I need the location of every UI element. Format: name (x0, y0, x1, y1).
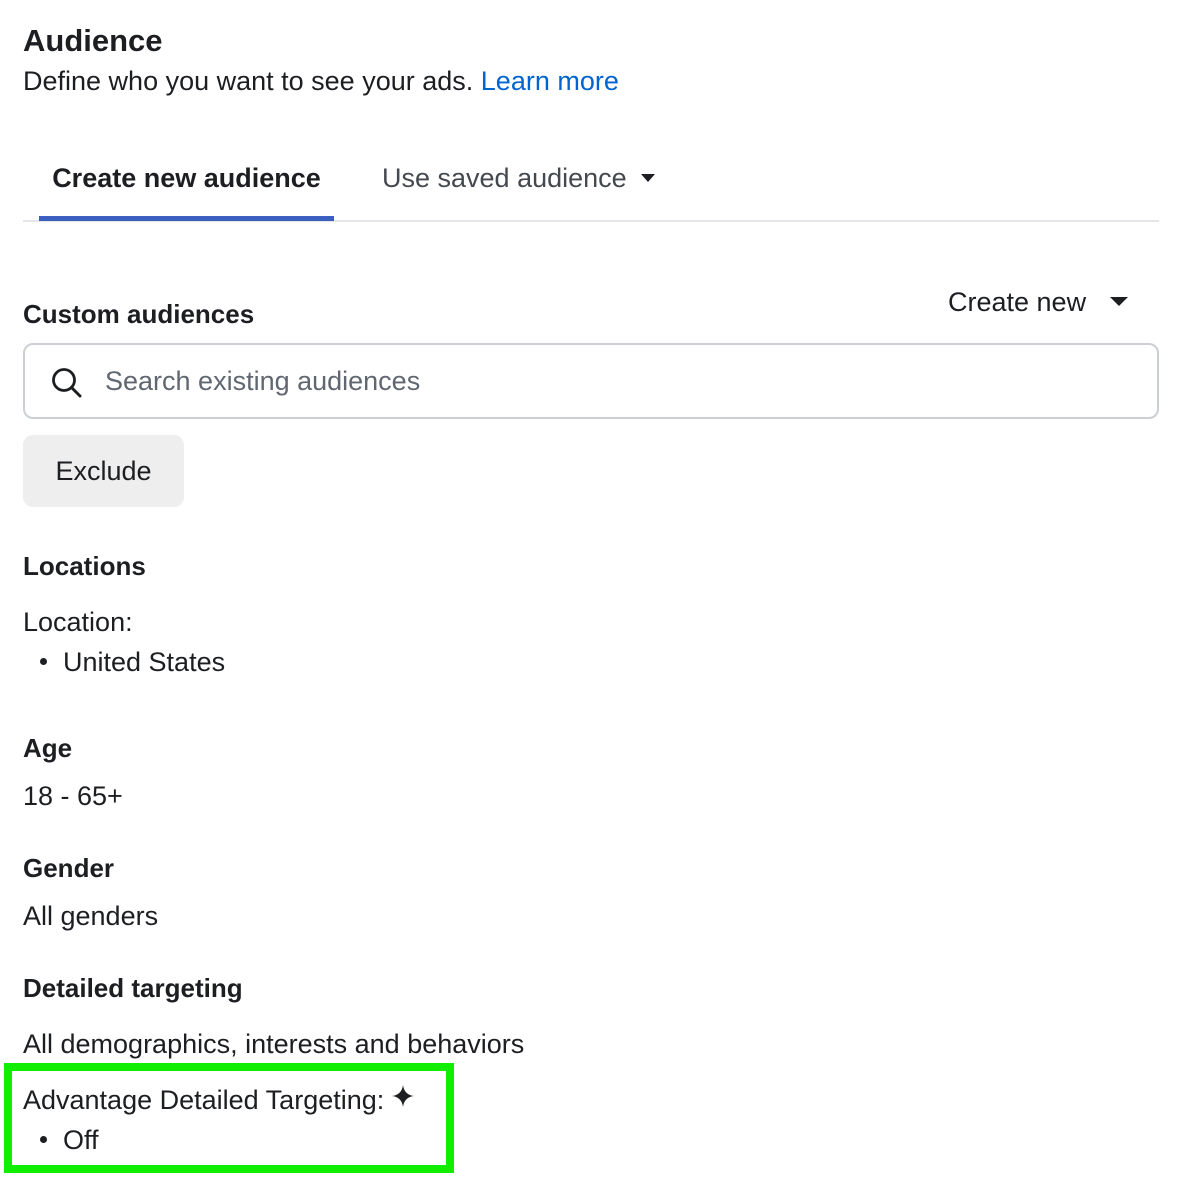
age-label: Age (23, 733, 73, 763)
location-value: United States (63, 647, 226, 677)
detailed-targeting-label: Detailed targeting (23, 973, 243, 1003)
learn-more-link[interactable]: Learn more (481, 66, 619, 96)
tab-use-saved-audience[interactable]: Use saved audience (382, 150, 655, 220)
audience-tabs: Create new audience Use saved audience (23, 150, 1159, 222)
bullet-icon (40, 1136, 47, 1144)
locations-label: Locations (23, 551, 146, 581)
exclude-button[interactable]: Exclude (23, 435, 184, 507)
advantage-label-text: Advantage Detailed Targeting: (23, 1085, 385, 1115)
caret-down-icon (640, 173, 655, 182)
advantage-value: Off (63, 1125, 99, 1155)
detailed-targeting-value: All demographics, interests and behavior… (23, 1029, 525, 1059)
location-item: United States (40, 645, 225, 679)
gender-label: Gender (23, 853, 115, 883)
subtitle-text: Define who you want to see your ads. (23, 66, 474, 96)
tab-label: Create new audience (52, 163, 321, 193)
tab-create-new-audience[interactable]: Create new audience (39, 150, 334, 221)
audience-search-box[interactable] (23, 343, 1159, 419)
page-subtitle: Define who you want to see your ads. Lea… (23, 64, 619, 98)
search-icon (52, 368, 82, 398)
advantage-detailed-targeting-label: Advantage Detailed Targeting: (23, 1083, 415, 1117)
sparkle-icon (392, 1085, 415, 1107)
age-value: 18 - 65+ (23, 781, 123, 811)
create-new-dropdown[interactable]: Create new (948, 284, 1129, 320)
location-label: Location: (23, 607, 133, 637)
search-input[interactable] (105, 345, 1145, 417)
gender-value: All genders (23, 901, 159, 931)
page-title: Audience (23, 23, 163, 58)
custom-audiences-label: Custom audiences (23, 299, 255, 329)
tab-label: Use saved audience (382, 163, 627, 193)
create-new-label: Create new (948, 287, 1087, 317)
active-tab-indicator (39, 216, 334, 221)
caret-down-icon (1110, 297, 1129, 307)
bullet-icon (40, 658, 47, 666)
advantage-value-item: Off (40, 1123, 99, 1157)
